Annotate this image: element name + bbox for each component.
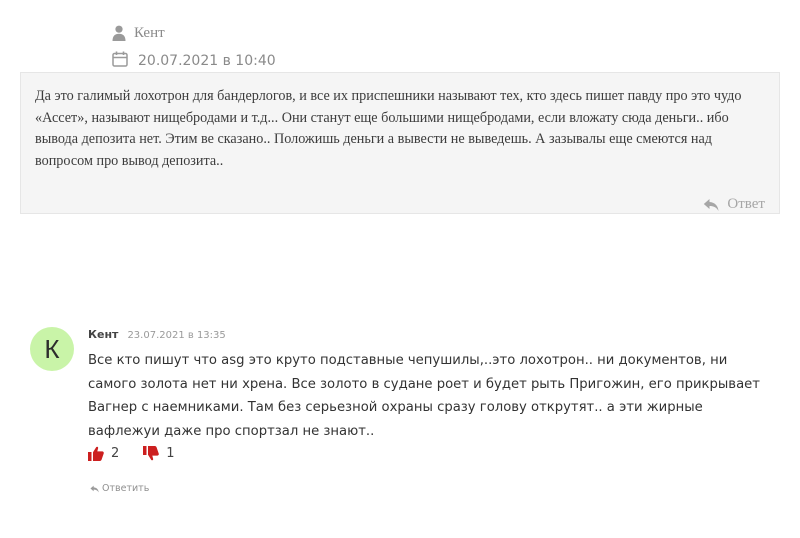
comment-2-text: Все кто пишут что asg это круто подставн… [88,353,760,439]
comment-2-votes: 2 1 [88,446,199,461]
comment-1-meta: Кент 20.07.2021 в 10:40 [112,22,276,70]
dislike-button[interactable]: 1 [143,446,175,461]
like-button[interactable]: 2 [88,446,119,461]
comment-2-header: Кент 23.07.2021 в 13:35 [88,328,226,341]
comment-2-reply-label: Ответить [102,483,150,494]
thumbs-down-icon [143,446,160,461]
thumbs-up-icon [88,446,104,461]
comment-1-date-row: 20.07.2021 в 10:40 [112,48,276,70]
comment-2-date: 23.07.2021 в 13:35 [127,330,226,341]
comment-1-body: Да это галимый лохотрон для бандерлогов,… [20,72,780,214]
like-count: 2 [111,446,120,461]
reply-icon [704,198,719,211]
comment-1-reply-label: Ответ [727,196,765,212]
comment-2-reply-button[interactable]: Ответить [90,483,149,494]
comment-1-author: Кент [134,24,165,41]
calendar-icon [112,51,128,67]
reply-icon [90,485,99,492]
user-icon [112,25,126,41]
comment-1-reply-button[interactable]: Ответ [703,196,765,213]
dislike-count: 1 [166,446,175,461]
comment-1-author-row: Кент [112,22,276,44]
comment-1-date: 20.07.2021 в 10:40 [138,53,276,69]
avatar: К [30,327,74,371]
comment-2-author[interactable]: Кент [88,328,118,341]
comment-1-text: Да это галимый лохотрон для бандерлогов,… [35,88,742,169]
